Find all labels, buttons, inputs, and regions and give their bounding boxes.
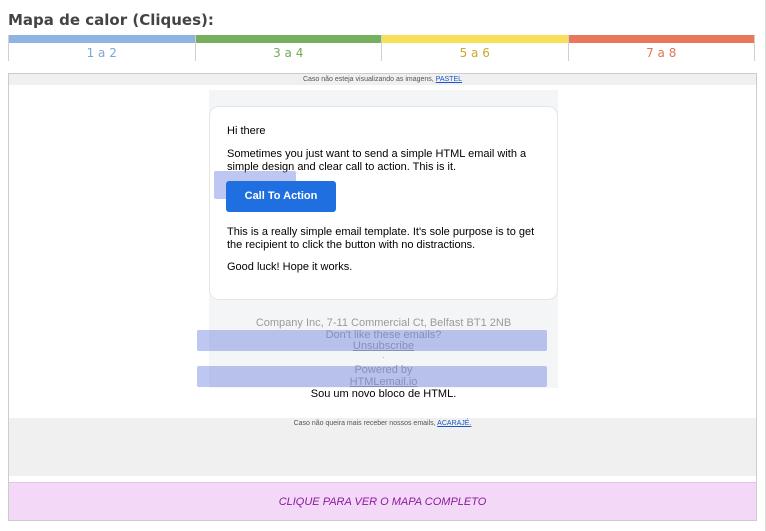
preheader: Caso não esteja visualizando as imagens,…	[9, 74, 756, 85]
click-heat-overlay	[197, 330, 547, 351]
legend-item-7-8: 7 a 8	[567, 35, 755, 61]
email-preview: Caso não esteja visualizando as imagens,…	[8, 73, 757, 521]
legend-item-5-6: 5 a 6	[381, 35, 568, 61]
legend-label: 1 a 2	[86, 46, 117, 60]
view-full-map-button[interactable]: CLIQUE PARA VER O MAPA COMPLETO	[9, 482, 756, 520]
footer-company: Company Inc, 7-11 Commercial Ct, Belfast…	[255, 317, 512, 329]
preheader-link[interactable]: PASTEL	[436, 76, 462, 83]
legend-swatch	[568, 35, 754, 43]
heatmap-panel: Mapa de calor (Cliques): 1 a 2 3 a 4 5 a…	[0, 0, 766, 531]
email-body-text: This is a really simple email template. …	[227, 226, 535, 251]
legend-item-3-4: 3 a 4	[194, 35, 381, 61]
legend-label: 7 a 8	[646, 46, 677, 60]
footer-separator: .	[382, 351, 385, 360]
click-heat-overlay	[197, 366, 547, 387]
legend-label: 5 a 6	[459, 46, 490, 60]
bottom-note-text: Caso não queira mais receber nossos emai…	[293, 420, 436, 427]
email-closing: Good luck! Hope it works.	[227, 261, 353, 273]
call-to-action-button[interactable]: Call To Action	[226, 181, 336, 212]
email-bottom-area: Caso não queira mais receber nossos emai…	[9, 418, 756, 476]
preheader-text: Caso não esteja visualizando as imagens,	[302, 76, 434, 83]
bottom-note: Caso não queira mais receber nossos emai…	[9, 420, 756, 427]
legend-swatch	[9, 35, 195, 43]
new-html-block: Sou um novo bloco de HTML.	[310, 388, 457, 400]
legend-label: 3 a 4	[273, 46, 304, 60]
bottom-note-link[interactable]: ACARAJÉ.	[437, 420, 471, 427]
heatmap-legend: 1 a 2 3 a 4 5 a 6 7 a 8	[8, 35, 755, 61]
legend-item-1-2: 1 a 2	[8, 35, 195, 61]
email-greeting: Hi there	[227, 125, 266, 137]
heatmap-title: Mapa de calor (Cliques):	[8, 11, 214, 29]
legend-swatch	[382, 35, 568, 43]
legend-swatch	[195, 35, 381, 43]
